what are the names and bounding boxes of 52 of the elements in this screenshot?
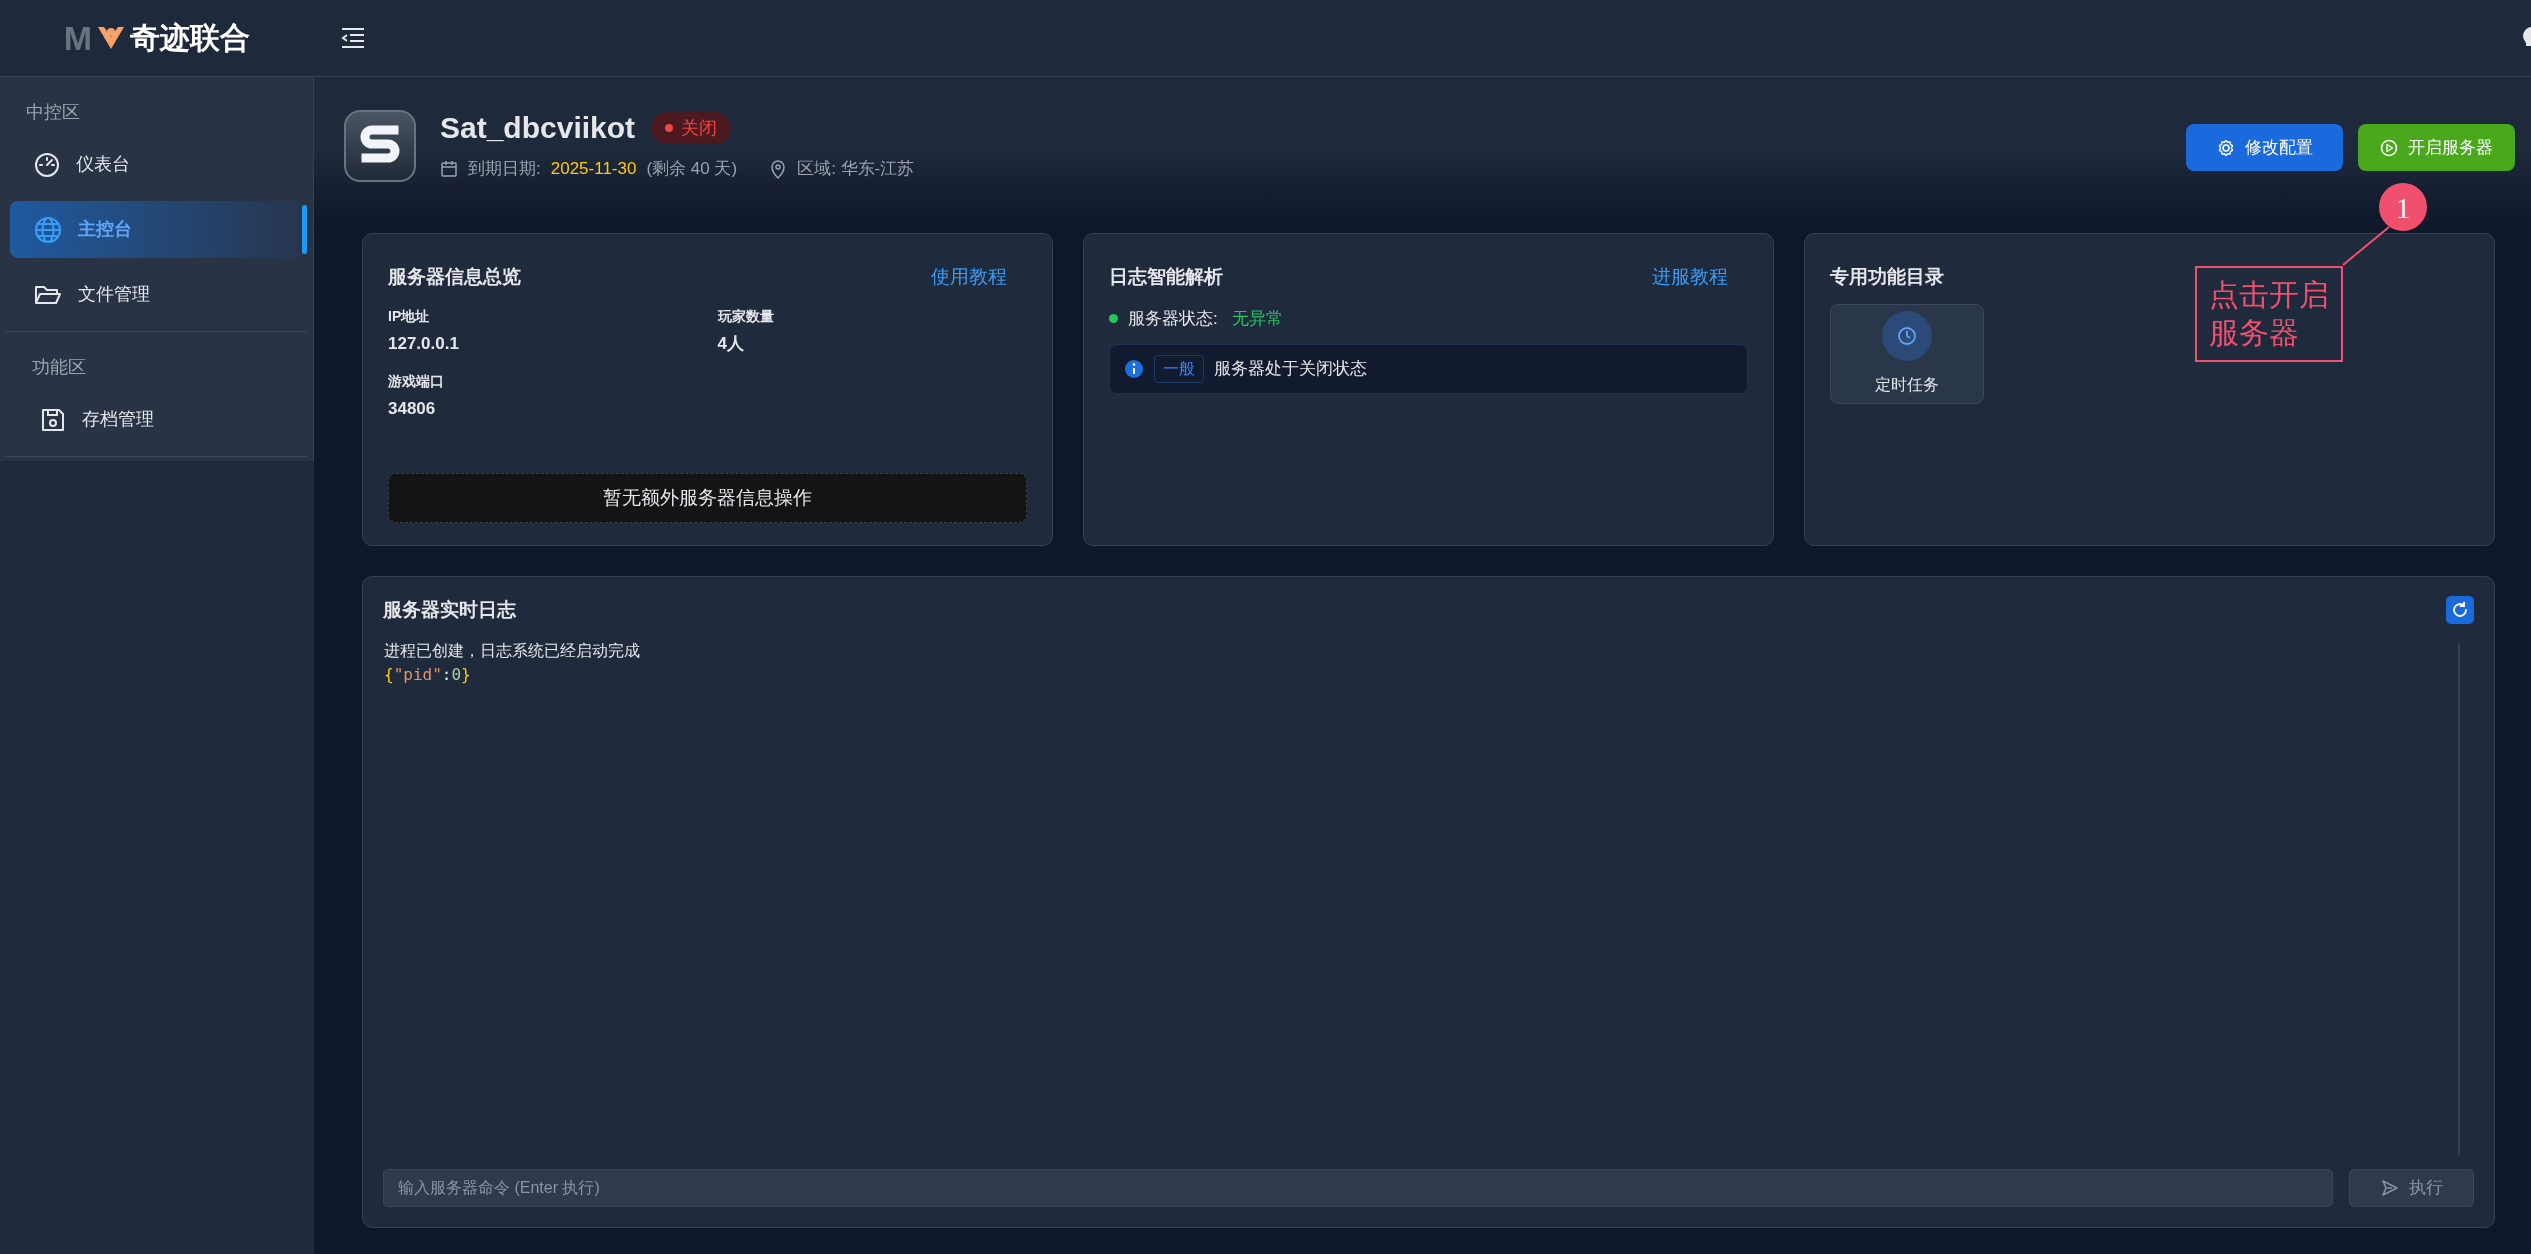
card-title: 专用功能目录 [1830,264,1944,289]
annotation-callout: 点击开启服务器 [2195,266,2343,362]
menu-collapse-icon[interactable] [340,27,366,49]
notice-bar: 暂无额外服务器信息操作 [388,473,1027,523]
function-tile[interactable]: 定时任务 [1830,304,1984,404]
settings-icon [2216,138,2235,157]
entry-message: 服务器处于关闭状态 [1214,357,1367,380]
field-label: IP地址 [388,307,431,326]
clock-icon [1882,311,1932,361]
sidebar-item[interactable]: 文件管理 [10,266,303,323]
location-pin-icon [769,158,788,179]
log-line: {"pid":0} [384,664,472,686]
gauge-icon [34,151,60,178]
send-icon [2380,1179,2399,1197]
field-value: 127.0.0.1 [388,333,460,355]
globe-icon [34,215,62,244]
tutorial-link[interactable]: 使用教程 [931,262,1007,292]
health-label: 服务器状态: [1128,308,1218,330]
logo-text: 奇迹联合 [130,23,251,53]
sidebar-item[interactable]: 仪表台 [10,136,303,193]
start-server-button[interactable]: 开启服务器 [2358,124,2515,171]
info-icon [1124,358,1144,379]
field-value: 4人 [717,333,745,355]
log-line: 进程已创建，日志系统已经启动完成 [384,640,641,662]
expiry-label: 到期日期: [468,158,541,180]
panel-title: 服务器实时日志 [383,597,516,622]
region-label: 区域: 华东-江苏 [797,158,915,180]
level-tag: 一般 [1154,354,1204,383]
section-label: 功能区 [31,356,87,379]
execute-button[interactable]: 执行 [2349,1169,2474,1207]
logo-letter: M [63,21,93,55]
field-label: 游戏端口 [388,371,445,391]
command-input-field[interactable]: 输入服务器命令 (Enter 执行) [383,1169,2333,1207]
calendar-icon [440,159,458,178]
leader-line [2342,226,2390,266]
tutorial-link[interactable]: 进服教程 [1652,262,1728,292]
edit-config-button[interactable]: 修改配置 [2186,124,2343,171]
refresh-button[interactable] [2446,596,2474,624]
sidebar-item[interactable]: 存档管理 [16,391,297,448]
status-badge: 关闭 [651,112,732,144]
section-label: 中控区 [25,101,81,124]
tile-label: 定时任务 [1875,375,1939,395]
card-title: 日志智能解析 [1109,264,1223,289]
remaining-days: (剩余 40 天) [646,156,738,182]
health-value: 无异常 [1231,308,1283,330]
field-label: 玩家数量 [717,307,775,326]
play-circle-icon [2380,138,2398,157]
server-name: Sat_dbcviikot [440,113,636,143]
refresh-icon [2451,601,2469,619]
card-title: 服务器信息总览 [388,264,521,289]
expiry-date: 2025-11-30 [550,158,637,180]
field-value: 34806 [388,397,437,420]
